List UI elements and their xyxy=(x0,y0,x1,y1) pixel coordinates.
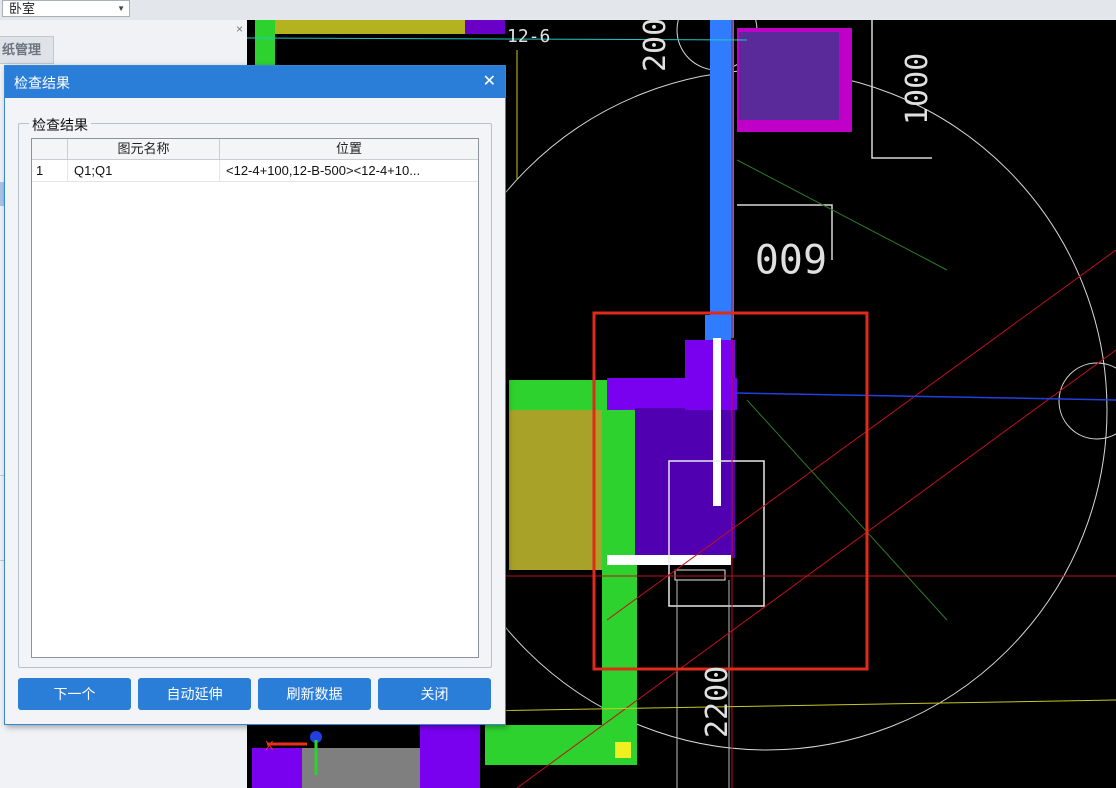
panel-close-icon[interactable]: × xyxy=(236,22,243,36)
row-index: 1 xyxy=(32,160,68,181)
close-icon[interactable]: ✕ xyxy=(483,71,496,91)
dialog-title: 检查结果 xyxy=(14,75,70,91)
dialog-titlebar[interactable]: 检查结果 ✕ xyxy=(5,66,505,98)
dim-text-1000: 1000 xyxy=(900,53,935,125)
result-table[interactable]: 图元名称 位置 1 Q1;Q1 <12-4+100,12-B-500><12-4… xyxy=(31,138,479,658)
dim-text-12-6: 12-6 xyxy=(507,26,550,47)
group-label: 检查结果 xyxy=(29,115,91,135)
row-name[interactable]: Q1;Q1 xyxy=(68,160,220,181)
tab-drawing-management[interactable]: 纸管理 xyxy=(0,36,54,64)
close-button[interactable]: 关闭 xyxy=(378,678,491,710)
next-button[interactable]: 下一个 xyxy=(18,678,131,710)
dim-text-2200: 2200 xyxy=(700,666,735,738)
top-toolbar: 卧室 ▼ xyxy=(0,0,1116,21)
row-position[interactable]: <12-4+100,12-B-500><12-4+10... xyxy=(220,160,478,181)
dim-text-200: 200 xyxy=(638,20,673,72)
col-name-header[interactable]: 图元名称 xyxy=(68,139,220,159)
col-index-header xyxy=(32,139,68,159)
check-result-dialog: 检查结果 ✕ 检查结果 图元名称 位置 1 Q1;Q1 <12-4+100,12… xyxy=(4,65,506,725)
table-header: 图元名称 位置 xyxy=(32,139,478,160)
dim-text-600: 600 xyxy=(755,234,827,280)
auto-extend-button[interactable]: 自动延伸 xyxy=(138,678,251,710)
table-row[interactable]: 1 Q1;Q1 <12-4+100,12-B-500><12-4+10... xyxy=(32,160,478,182)
col-position-header[interactable]: 位置 xyxy=(220,139,478,159)
refresh-data-button[interactable]: 刷新数据 xyxy=(258,678,371,710)
room-type-value: 卧室 xyxy=(9,1,36,16)
room-type-select[interactable]: 卧室 ▼ xyxy=(2,0,130,17)
chevron-down-icon[interactable]: ▼ xyxy=(117,1,125,16)
axis-x-label: X xyxy=(265,738,274,753)
